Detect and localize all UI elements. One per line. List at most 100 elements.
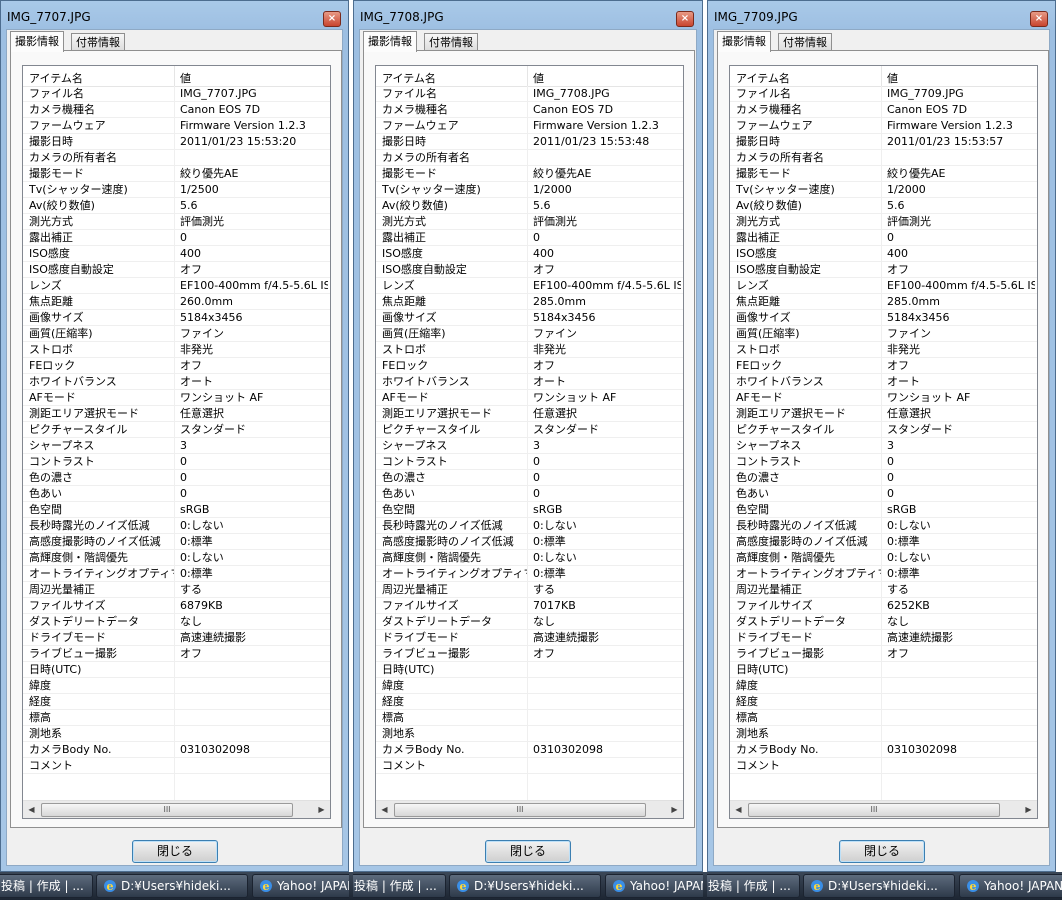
table-row[interactable]: 画質(圧縮率) ファイン [23,326,330,342]
table-row[interactable]: ファイルサイズ 7017KB [376,598,683,614]
table-row[interactable]: FEロック オフ [376,358,683,374]
table-row[interactable]: コントラスト 0 [23,454,330,470]
horizontal-scrollbar[interactable]: ◀ III ▶ [23,800,330,818]
table-row[interactable]: オートライティングオプティマイザ 0:標準 [23,566,330,582]
table-row[interactable]: シャープネス 3 [376,438,683,454]
table-row[interactable]: AFモード ワンショット AF [730,390,1037,406]
table-row[interactable]: 画質(圧縮率) ファイン [376,326,683,342]
column-header-value[interactable]: 値 [887,70,898,86]
table-row[interactable]: ストロボ 非発光 [376,342,683,358]
table-row[interactable]: 色の濃さ 0 [730,470,1037,486]
table-row[interactable]: コメント [730,758,1037,774]
tab-additional-info[interactable]: 付帯情報 [424,33,478,51]
scroll-right-icon[interactable]: ▶ [1020,801,1037,818]
table-row[interactable]: 長秒時露光のノイズ低減 0:しない [376,518,683,534]
close-icon[interactable]: × [1030,11,1048,27]
tab-shooting-info[interactable]: 撮影情報 [10,31,64,52]
table-row[interactable]: 測光方式 評価測光 [376,214,683,230]
table-row[interactable]: 焦点距離 285.0mm [376,294,683,310]
table-row[interactable]: ドライブモード 高速連続撮影 [376,630,683,646]
table-row[interactable]: 標高 [23,710,330,726]
table-row[interactable]: ドライブモード 高速連続撮影 [23,630,330,646]
table-row[interactable]: 高輝度側・階調優先 0:しない [376,550,683,566]
horizontal-scrollbar[interactable]: ◀ III ▶ [376,800,683,818]
table-row[interactable]: ISO感度 400 [730,246,1037,262]
table-row[interactable]: 測地系 [23,726,330,742]
table-row[interactable]: コントラスト 0 [376,454,683,470]
table-row[interactable]: 緯度 [376,678,683,694]
table-row[interactable]: 長秒時露光のノイズ低減 0:しない [23,518,330,534]
table-row[interactable]: 経度 [23,694,330,710]
table-row[interactable]: ファームウェア Firmware Version 1.2.3 [376,118,683,134]
table-row[interactable]: 日時(UTC) [376,662,683,678]
table-row[interactable]: カメラの所有者名 [23,150,330,166]
table-row[interactable]: 撮影日時 2011/01/23 15:53:57 [730,134,1037,150]
table-row[interactable]: ダストデリートデータ なし [376,614,683,630]
table-row[interactable]: Av(絞り数値) 5.6 [730,198,1037,214]
table-row[interactable]: Av(絞り数値) 5.6 [376,198,683,214]
table-row[interactable]: 周辺光量補正 する [730,582,1037,598]
table-row[interactable]: Tv(シャッター速度) 1/2000 [376,182,683,198]
table-row[interactable]: 測距エリア選択モード 任意選択 [23,406,330,422]
close-button[interactable]: 閉じる [132,840,218,863]
table-row[interactable]: カメラ機種名 Canon EOS 7D [23,102,330,118]
table-row[interactable]: コメント [23,758,330,774]
table-row[interactable]: Av(絞り数値) 5.6 [23,198,330,214]
table-row[interactable]: 画像サイズ 5184x3456 [730,310,1037,326]
exif-list[interactable]: アイテム名 値 ファイル名 IMG_7709.JPG カメラ機種名 Canon EOS… [729,65,1038,819]
table-row[interactable]: 経度 [730,694,1037,710]
table-row[interactable]: カメラ機種名 Canon EOS 7D [376,102,683,118]
table-row[interactable]: カメラの所有者名 [376,150,683,166]
table-row[interactable]: カメラ機種名 Canon EOS 7D [730,102,1037,118]
close-button[interactable]: 閉じる [839,840,925,863]
tab-additional-info[interactable]: 付帯情報 [778,33,832,51]
table-row[interactable]: オートライティングオプティマイザ 0:標準 [730,566,1037,582]
table-row[interactable]: ピクチャースタイル スタンダード [23,422,330,438]
table-row[interactable]: ダストデリートデータ なし [730,614,1037,630]
tab-shooting-info[interactable]: 撮影情報 [717,31,771,52]
table-row[interactable]: コメント [376,758,683,774]
exif-list[interactable]: アイテム名 値 ファイル名 IMG_7707.JPG カメラ機種名 Canon EOS… [22,65,331,819]
close-button[interactable]: 閉じる [485,840,571,863]
table-row[interactable]: カメラの所有者名 [730,150,1037,166]
table-row[interactable]: ファイルサイズ 6252KB [730,598,1037,614]
table-row[interactable]: ダストデリートデータ なし [23,614,330,630]
table-row[interactable]: ライブビュー撮影 オフ [23,646,330,662]
scroll-right-icon[interactable]: ▶ [666,801,683,818]
table-row[interactable]: シャープネス 3 [730,438,1037,454]
table-row[interactable]: AFモード ワンショット AF [376,390,683,406]
table-row[interactable]: 緯度 [23,678,330,694]
table-row[interactable]: AFモード ワンショット AF [23,390,330,406]
table-row[interactable]: 測距エリア選択モード 任意選択 [376,406,683,422]
table-row[interactable]: 焦点距離 260.0mm [23,294,330,310]
table-row[interactable]: 画質(圧縮率) ファイン [730,326,1037,342]
table-row[interactable]: 色空間 sRGB [730,502,1037,518]
table-row[interactable]: 日時(UTC) [23,662,330,678]
table-row[interactable]: 撮影日時 2011/01/23 15:53:48 [376,134,683,150]
title-bar[interactable]: IMG_7709.JPG × [708,1,1055,29]
scroll-left-icon[interactable]: ◀ [23,801,40,818]
table-row[interactable]: 緯度 [730,678,1037,694]
table-row[interactable]: 標高 [730,710,1037,726]
table-row[interactable]: ホワイトバランス オート [23,374,330,390]
table-row[interactable]: 測地系 [730,726,1037,742]
table-row[interactable]: ISO感度自動設定 オフ [23,262,330,278]
taskbar-button-yahoo[interactable]: e Yahoo! JAPAN [605,874,703,898]
table-row[interactable]: ファイルサイズ 6879KB [23,598,330,614]
table-row[interactable]: 測光方式 評価測光 [23,214,330,230]
table-row[interactable]: ISO感度自動設定 オフ [376,262,683,278]
table-row[interactable]: ISO感度 400 [23,246,330,262]
table-row[interactable]: 撮影モード 絞り優先AE [376,166,683,182]
table-row[interactable]: ファイル名 IMG_7709.JPG [730,86,1037,102]
table-row[interactable]: 撮影日時 2011/01/23 15:53:20 [23,134,330,150]
table-row[interactable]: ファイル名 IMG_7707.JPG [23,86,330,102]
column-header-item[interactable]: アイテム名 [736,70,790,86]
table-row[interactable]: 画像サイズ 5184x3456 [23,310,330,326]
table-row[interactable]: ストロボ 非発光 [730,342,1037,358]
table-row[interactable]: Tv(シャッター速度) 1/2500 [23,182,330,198]
table-row[interactable]: ファイル名 IMG_7708.JPG [376,86,683,102]
taskbar-button-explorer[interactable]: e D:¥Users¥hideki... [96,874,248,898]
tab-shooting-info[interactable]: 撮影情報 [363,31,417,52]
table-row[interactable]: ISO感度 400 [376,246,683,262]
table-row[interactable]: 高感度撮影時のノイズ低減 0:標準 [376,534,683,550]
